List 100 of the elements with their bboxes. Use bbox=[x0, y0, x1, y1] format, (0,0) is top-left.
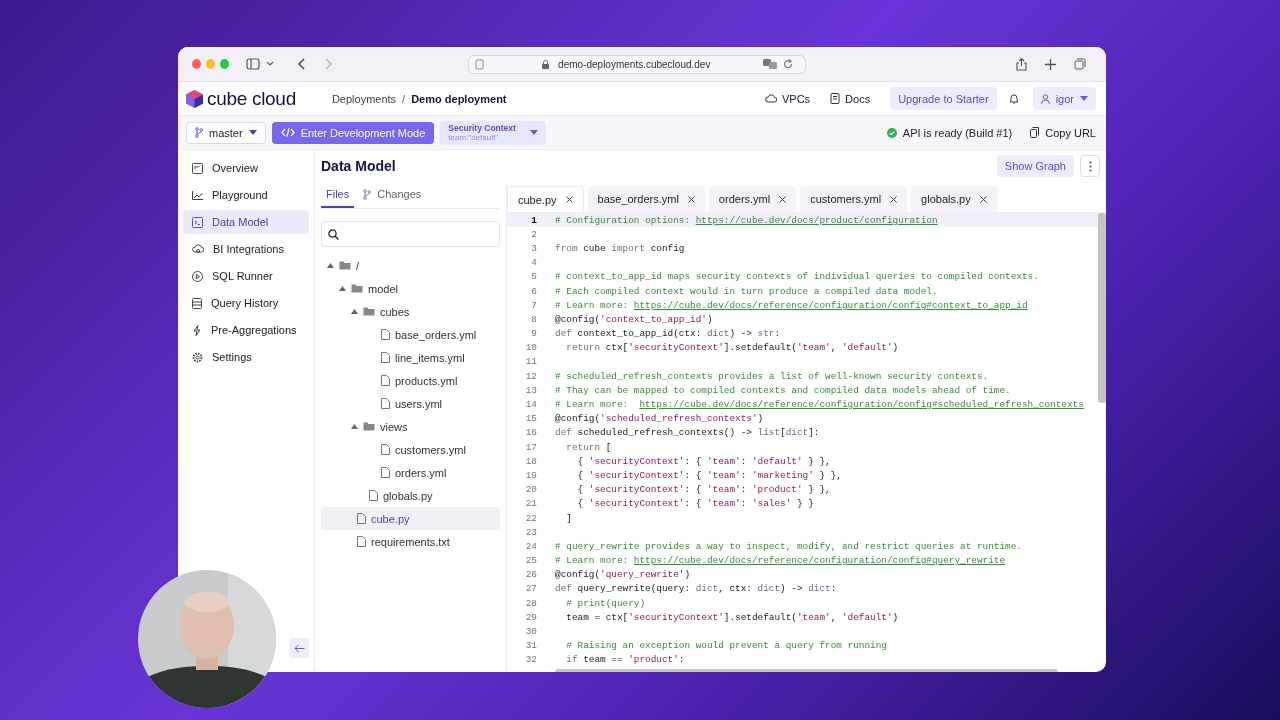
api-status-text: API is ready (Build #1) bbox=[902, 126, 1013, 139]
editor-tab[interactable]: globals.py bbox=[911, 186, 997, 212]
tree-item[interactable]: users.yml bbox=[321, 392, 500, 415]
share-icon[interactable] bbox=[1016, 57, 1027, 71]
caret-icon bbox=[351, 309, 358, 314]
code-link[interactable]: https://cube.dev/docs/reference/configuration/config#query_rewrite bbox=[633, 555, 1006, 567]
line-number: 15 bbox=[524, 413, 537, 425]
tree-item[interactable]: cubes bbox=[321, 300, 500, 323]
sidebar-item[interactable]: Settings bbox=[183, 345, 309, 369]
sidebar-item[interactable]: Overview bbox=[183, 156, 309, 180]
tree-item[interactable]: base_orders.yml bbox=[321, 323, 500, 346]
breadcrumb-link[interactable]: Demo deployment bbox=[411, 92, 507, 105]
header-link[interactable]: Docs bbox=[830, 92, 871, 105]
caret-icon bbox=[339, 286, 346, 291]
caret-icon bbox=[327, 263, 334, 268]
copy-url-button[interactable]: Copy URL bbox=[1028, 126, 1098, 139]
code-comment: # Configuration options: bbox=[555, 214, 692, 226]
branch-icon bbox=[195, 127, 203, 138]
code-comment: # Learn more: bbox=[555, 299, 630, 311]
file-icon bbox=[381, 375, 390, 386]
address-bar[interactable]: demo-deployments.cubecloud.dev bbox=[467, 54, 806, 74]
tree-item[interactable]: / bbox=[321, 254, 500, 277]
code-line: # print(query) bbox=[565, 597, 645, 609]
page-icon bbox=[474, 58, 484, 70]
collapse-sidebar-button[interactable] bbox=[289, 638, 309, 658]
sidebar-item[interactable]: Data Model bbox=[183, 210, 309, 234]
cloud-icon bbox=[764, 94, 777, 103]
folder-icon bbox=[363, 422, 375, 431]
close-icon[interactable] bbox=[890, 195, 898, 203]
sidebar-item[interactable]: BI Integrations bbox=[183, 237, 309, 261]
tree-item[interactable]: cube.py bbox=[321, 507, 500, 530]
caret-icon bbox=[1080, 96, 1088, 101]
upgrade-button[interactable]: Upgrade to Starter bbox=[890, 87, 997, 110]
tree-item[interactable]: model bbox=[321, 277, 500, 300]
line-number: 23 bbox=[524, 526, 537, 538]
tabs-overview-icon[interactable] bbox=[1074, 58, 1086, 70]
code-line: { 'securityContext': { 'team': 'sales' } } bbox=[576, 498, 814, 510]
editor-tab[interactable]: cube.py bbox=[507, 186, 584, 212]
book-icon bbox=[830, 93, 841, 104]
close-icon[interactable] bbox=[979, 195, 987, 203]
page-title: Data Model bbox=[321, 158, 396, 174]
copy-icon bbox=[1030, 127, 1040, 138]
code-icon bbox=[280, 128, 295, 137]
panel-tab[interactable]: Files bbox=[321, 182, 355, 208]
new-tab-icon[interactable] bbox=[1045, 58, 1056, 70]
code-line: team = ctx['securityContext'].setdefault('team', 'default') bbox=[565, 611, 899, 623]
search-field[interactable] bbox=[321, 221, 500, 247]
tree-item[interactable]: orders.yml bbox=[321, 461, 500, 484]
tree-item[interactable]: customers.yml bbox=[321, 438, 500, 461]
user-menu-button[interactable]: igor bbox=[1032, 87, 1096, 110]
search-icon bbox=[328, 228, 339, 240]
panel-tab[interactable]: Changes bbox=[358, 182, 427, 208]
code-comment: # Learn more: bbox=[555, 399, 630, 411]
line-number: 26 bbox=[524, 569, 537, 581]
development-mode-button[interactable]: Enter Development Mode bbox=[271, 121, 435, 144]
tree-item[interactable]: requirements.txt bbox=[321, 530, 500, 553]
close-icon[interactable] bbox=[565, 196, 573, 203]
window-close-button[interactable] bbox=[192, 59, 201, 69]
tree-item[interactable]: products.yml bbox=[321, 369, 500, 392]
code-line: # Thay can be mapped to compiled contexts and compiled data models ahead of time. bbox=[555, 384, 1011, 396]
editor-tab[interactable]: orders.yml bbox=[708, 186, 797, 212]
line-number: 21 bbox=[524, 498, 537, 510]
code-line: def context_to_app_id(ctx: dict) -> str: bbox=[555, 328, 781, 340]
sidebar-item[interactable]: Query History bbox=[183, 291, 309, 315]
sidebar-item[interactable]: Playground bbox=[183, 183, 309, 207]
line-number: 27 bbox=[524, 583, 537, 595]
code-line: if team == 'product': bbox=[565, 654, 685, 666]
code-line: from cube import config bbox=[555, 242, 685, 254]
sidebar-toggle-icon[interactable] bbox=[245, 58, 260, 70]
editor-tab[interactable]: base_orders.yml bbox=[587, 186, 705, 212]
back-icon[interactable] bbox=[297, 58, 306, 70]
line-number: 32 bbox=[524, 654, 537, 666]
file-icon bbox=[381, 467, 390, 478]
folder-icon bbox=[339, 261, 351, 270]
header-link[interactable]: VPCs bbox=[764, 92, 811, 105]
code-comment: # Learn more: bbox=[555, 555, 630, 567]
close-icon[interactable] bbox=[779, 195, 787, 203]
security-context-dropdown[interactable]: Security Context team:"default" bbox=[440, 120, 546, 145]
editor-tab[interactable]: customers.yml bbox=[800, 186, 908, 212]
code-link[interactable]: https://cube.dev/docs/product/configuration bbox=[695, 214, 938, 226]
branch-dropdown[interactable]: master bbox=[186, 121, 266, 144]
code-link[interactable]: https://cube.dev/docs/reference/configuration/config#scheduled_refresh_contexts bbox=[639, 399, 1084, 411]
code-line: # query_rewrite provides a way to inspect, modify, and restrict queries at runtime. bbox=[555, 540, 1022, 552]
line-number: 3 bbox=[530, 242, 537, 254]
code-line: ] bbox=[565, 512, 572, 524]
tree-item[interactable]: globals.py bbox=[321, 484, 500, 507]
chevron-down-icon[interactable] bbox=[265, 61, 274, 67]
tree-item[interactable]: line_items.yml bbox=[321, 346, 500, 369]
tree-item[interactable]: views bbox=[321, 415, 500, 438]
reload-icon[interactable] bbox=[783, 59, 793, 69]
code-link[interactable]: https://cube.dev/docs/reference/configuration/config#context_to_app_id bbox=[633, 299, 1028, 311]
folder-icon bbox=[351, 284, 363, 293]
vertical-scrollbar[interactable] bbox=[1098, 213, 1106, 403]
arrow-left-icon bbox=[293, 643, 305, 653]
breadcrumb-link[interactable]: Deployments bbox=[331, 92, 397, 105]
sidebar-item[interactable]: SQL Runner bbox=[183, 264, 309, 288]
bell-icon[interactable] bbox=[1008, 93, 1019, 104]
close-icon[interactable] bbox=[687, 195, 695, 203]
show-graph-button[interactable]: Show Graph bbox=[996, 155, 1074, 177]
sidebar-item[interactable]: Pre-Aggregations bbox=[183, 318, 309, 342]
